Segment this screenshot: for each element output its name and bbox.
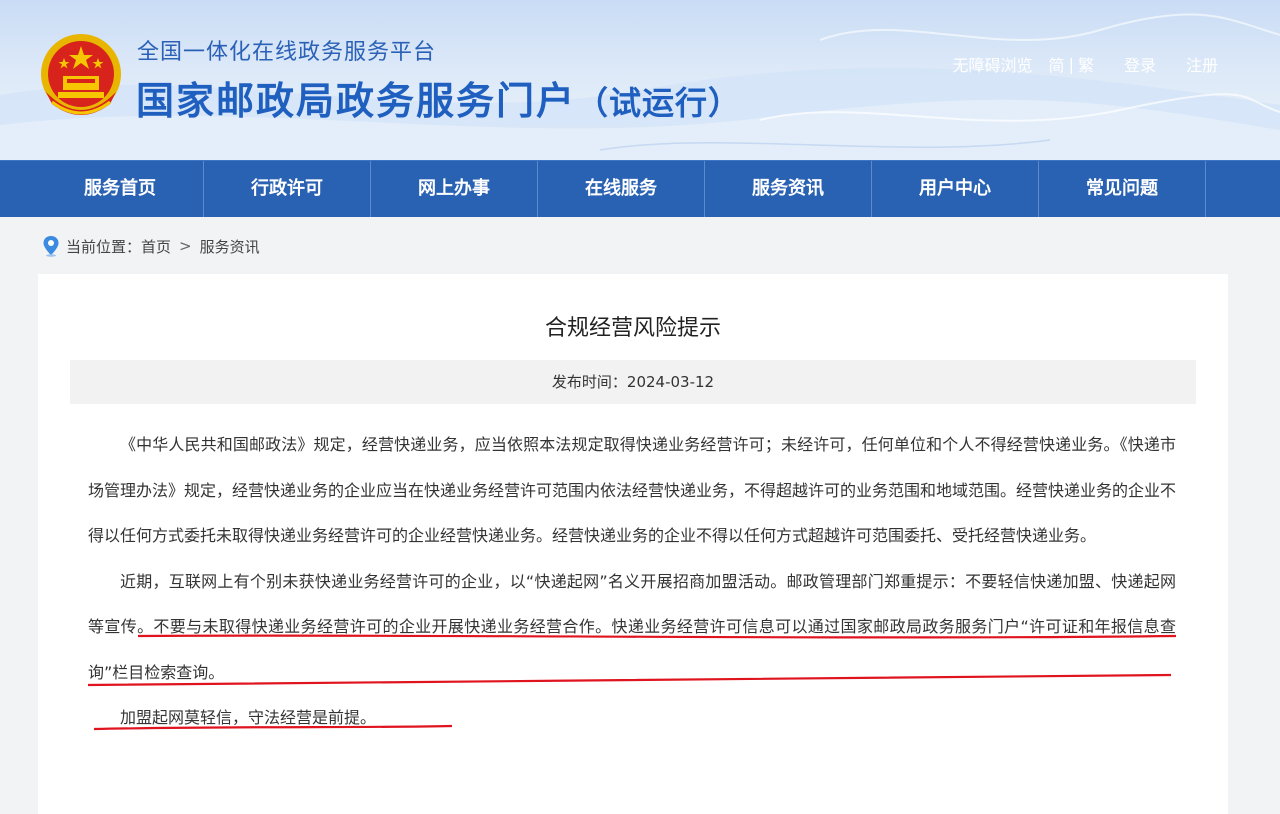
nav-item-online-affairs[interactable]: 网上办事	[371, 161, 538, 217]
article-paragraph: 近期，互联网上有个别未获快递业务经营许可的企业，以“快递起网”名义开展招商加盟活…	[88, 571, 1176, 682]
register-link[interactable]: 注册	[1186, 52, 1218, 76]
language-separator: |	[1068, 54, 1074, 74]
breadcrumb-current[interactable]: 服务资讯	[200, 236, 260, 257]
top-links: 无障碍浏览 简 | 繁 登录 注册	[953, 52, 1218, 76]
simplified-chinese-link[interactable]: 简	[1049, 52, 1065, 76]
breadcrumb-separator: >	[179, 237, 192, 255]
site-title-suffix: （试运行）	[576, 84, 742, 122]
nav-item-service-news[interactable]: 服务资讯	[705, 161, 872, 217]
article-body: 《中华人民共和国邮政法》规定，经营快递业务，应当依照本法规定取得快递业务经营许可…	[88, 422, 1176, 741]
article-title: 合规经营风险提示	[544, 316, 721, 341]
site-header: 全国一体化在线政务服务平台 国家邮政局政务服务门户（试运行） 无障碍浏览 简 |…	[0, 0, 1280, 160]
location-pin-icon	[42, 235, 60, 257]
platform-subtitle: 全国一体化在线政务服务平台	[137, 40, 437, 65]
main-navigation: 服务首页 行政许可 网上办事 在线服务 服务资讯 用户中心 常见问题	[0, 160, 1280, 217]
national-emblem-icon	[41, 34, 121, 115]
accessibility-link[interactable]: 无障碍浏览	[953, 52, 1033, 76]
publish-info-bar: 发布时间：2024-03-12	[70, 360, 1196, 404]
nav-item-user-center[interactable]: 用户中心	[872, 161, 1039, 217]
article-paragraph: 《中华人民共和国邮政法》规定，经营快递业务，应当依照本法规定取得快递业务经营许可…	[88, 435, 1177, 545]
nav-item-faq[interactable]: 常见问题	[1039, 161, 1206, 217]
login-link[interactable]: 登录	[1124, 52, 1156, 76]
nav-item-online-services[interactable]: 在线服务	[538, 161, 705, 217]
publish-date: 2024-03-12	[626, 373, 715, 391]
nav-item-home[interactable]: 服务首页	[37, 161, 204, 217]
article-paragraph: 加盟起网莫轻信，守法经营是前提。	[120, 708, 377, 727]
breadcrumb: 当前位置： 首页 > 服务资讯	[0, 217, 1280, 275]
breadcrumb-prefix: 当前位置：	[66, 237, 142, 256]
article-card: 合规经营风险提示 发布时间：2024-03-12 《中华人民共和国邮政法》规定，…	[38, 274, 1228, 814]
nav-item-administrative-license[interactable]: 行政许可	[204, 161, 371, 217]
traditional-chinese-link[interactable]: 繁	[1078, 52, 1094, 76]
site-title-text: 国家邮政局政务服务门户	[136, 79, 577, 123]
site-title: 国家邮政局政务服务门户（试运行）	[136, 70, 741, 125]
breadcrumb-home-link[interactable]: 首页	[141, 236, 171, 257]
publish-label: 发布时间：	[551, 373, 627, 391]
